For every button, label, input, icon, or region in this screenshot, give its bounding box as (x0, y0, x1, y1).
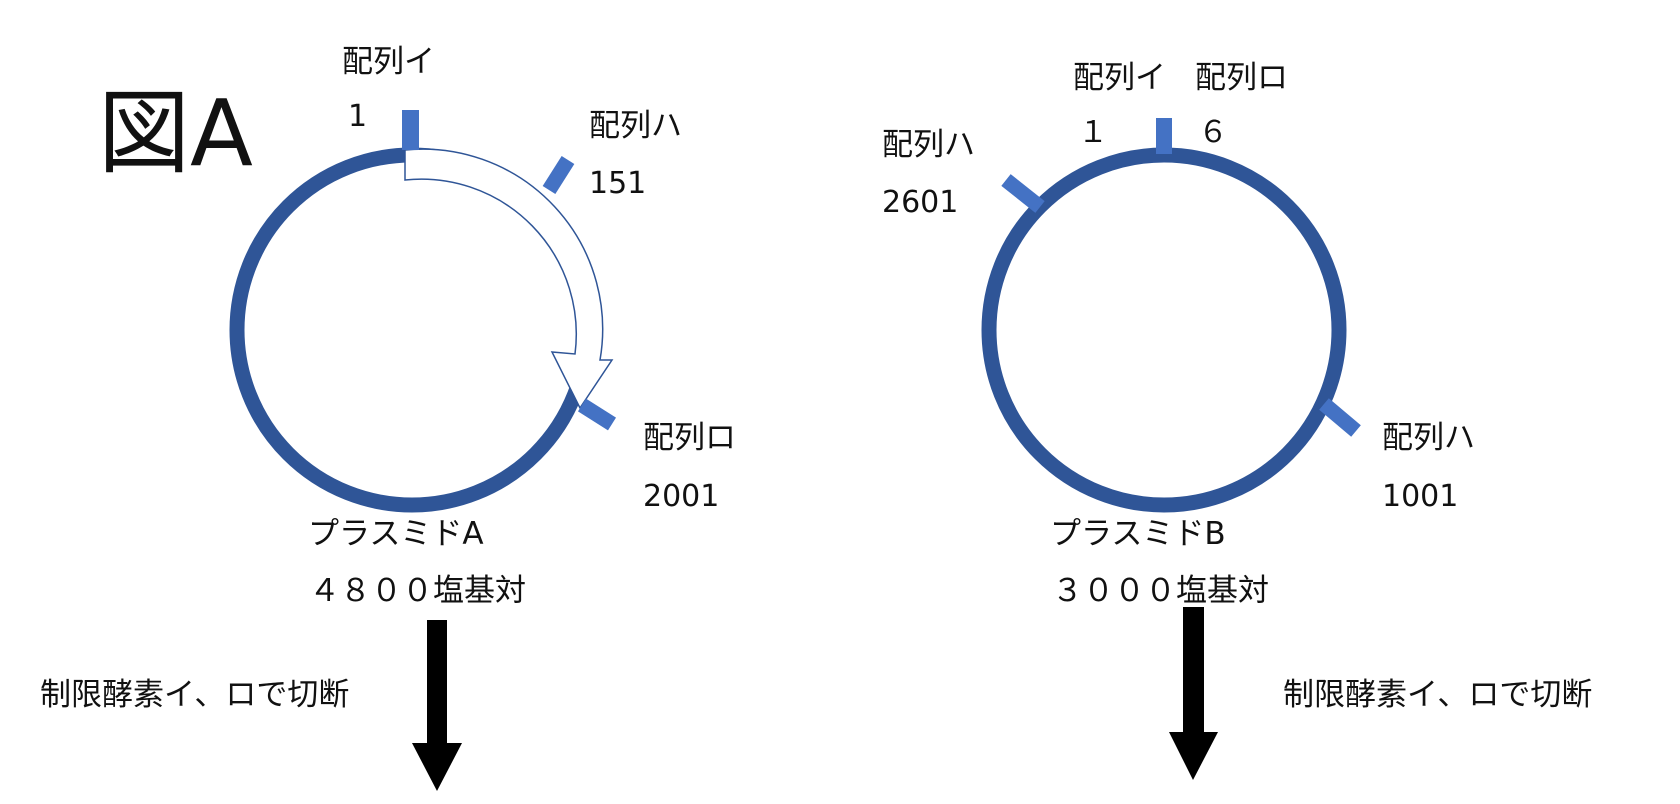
plasmid-a-site-i-label: 配列イ (342, 44, 435, 80)
plasmid-b-size: ３０００塩基対 (1052, 573, 1269, 609)
plasmid-a-site-ha-position: 151 (589, 166, 647, 201)
plasmid-b-site-i-label: 配列イ (1073, 60, 1166, 96)
plasmid-b-site-marker-ha-1001 (1319, 398, 1361, 437)
plasmid-a-site-ha-label: 配列ハ (589, 108, 682, 144)
plasmid-a-curved-arrow (404, 148, 614, 410)
plasmid-b-site-marker-ha-2601 (1001, 174, 1045, 213)
plasmid-b-ring (981, 147, 1347, 513)
plasmid-a-site-marker-ro (577, 398, 617, 431)
plasmid-a-action: 制限酵素イ、ロで切断 (40, 677, 350, 713)
plasmid-b-site-marker-i-ro (1156, 118, 1172, 154)
plasmid-b-site-ha-2601-label: 配列ハ (882, 127, 975, 163)
plasmid-b-site-ro-position: ６ (1198, 115, 1228, 150)
plasmid-a-site-marker-ha (542, 155, 575, 195)
plasmid-a-site-marker-i (402, 110, 419, 150)
plasmid-b-site-ro-label: 配列ロ (1195, 60, 1288, 96)
diagram-stage: 図A 配列イ 1 配列ハ 151 配列ロ 2001 プラスミドA ４８００塩基対… (0, 0, 1680, 804)
plasmid-b-action: 制限酵素イ、ロで切断 (1283, 677, 1593, 713)
plasmid-a-down-arrow (412, 620, 462, 791)
plasmid-a-name: プラスミドA (308, 516, 484, 552)
plasmid-b-site-i-position: １ (1078, 115, 1108, 150)
figure-title: 図A (98, 80, 253, 187)
plasmid-a-site-ro-label: 配列ロ (643, 420, 736, 456)
plasmid-b-site-ha-1001-position: 1001 (1382, 479, 1459, 514)
plasmid-a-site-ro-position: 2001 (643, 479, 720, 514)
plasmid-b-site-ha-2601-position: 2601 (882, 185, 959, 220)
plasmid-b-site-ha-1001-label: 配列ハ (1382, 420, 1475, 456)
plasmid-b-down-arrow (1169, 607, 1218, 780)
plasmid-a-size: ４８００塩基対 (309, 573, 526, 609)
plasmid-b-name: プラスミドB (1050, 516, 1226, 552)
plasmid-a-site-i-position: 1 (348, 99, 368, 134)
